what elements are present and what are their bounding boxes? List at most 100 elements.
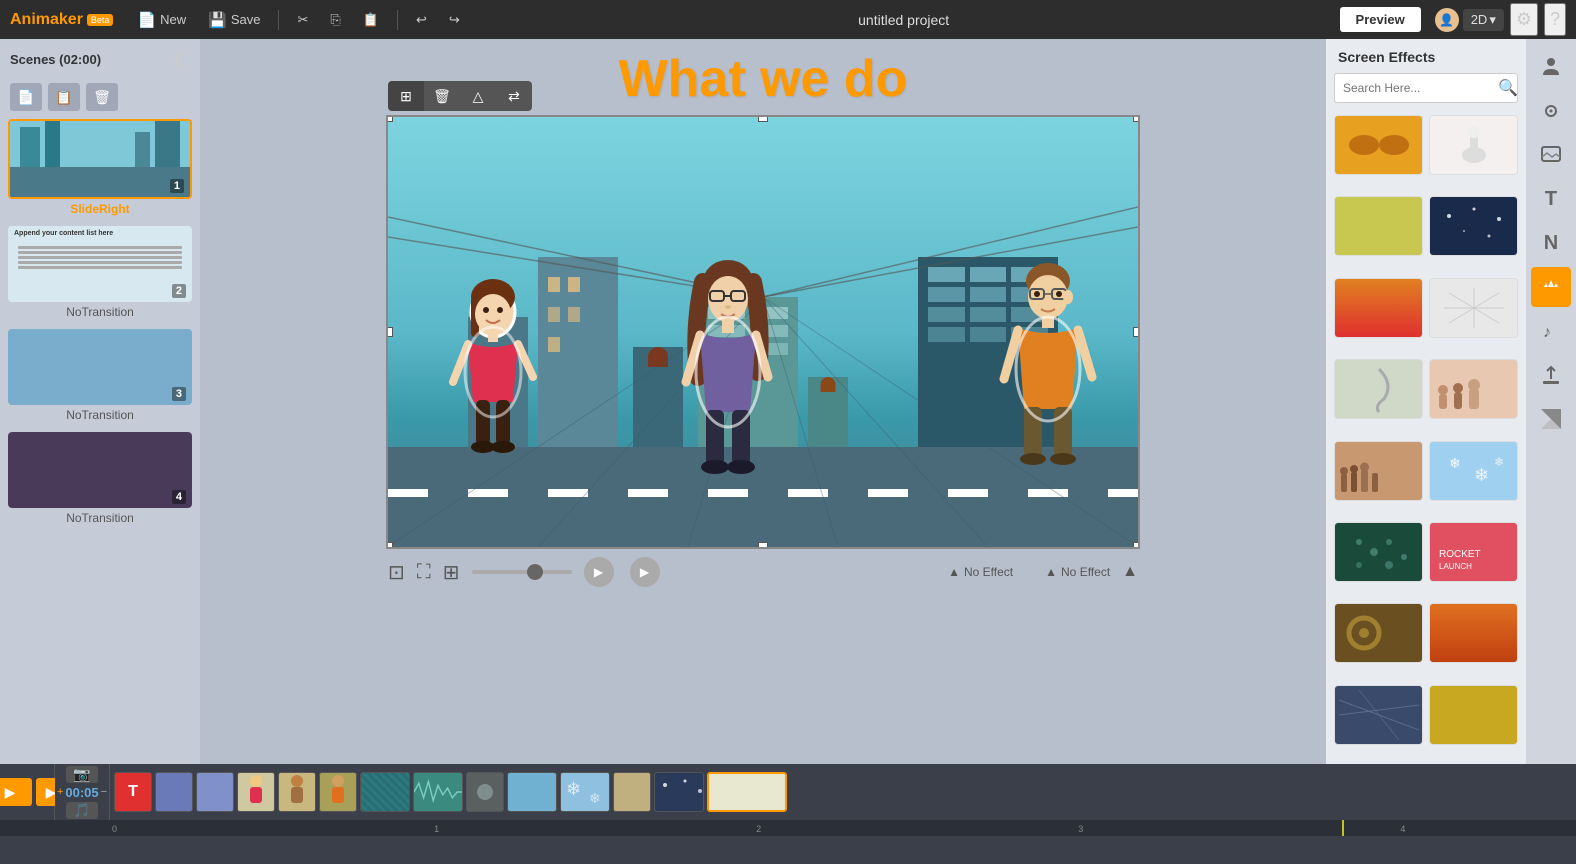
preview-button[interactable]: Preview (1340, 7, 1421, 32)
track-thumb-text[interactable]: T (114, 772, 152, 812)
music-icon-button[interactable]: ♪ (1531, 311, 1571, 351)
paste-button[interactable]: 📋 (355, 8, 387, 32)
upload-icon-button[interactable] (1531, 355, 1571, 395)
effect-thumb-7[interactable] (1334, 359, 1423, 419)
arrange-button[interactable]: △ (460, 81, 496, 111)
list-item: 3 NoTransition (8, 329, 192, 428)
more-effects-button[interactable]: ▲ (1122, 563, 1138, 581)
track-thumb-char2[interactable] (278, 772, 316, 812)
handle-ml[interactable] (388, 327, 393, 337)
road-line (388, 489, 1138, 497)
title-n-icon: N (1544, 232, 1558, 255)
effect-thumb-11[interactable] (1334, 522, 1423, 582)
effect-thumb-9[interactable] (1334, 441, 1423, 501)
zoom-thumb[interactable] (527, 564, 543, 580)
grid-button[interactable]: ⊞ (388, 81, 424, 111)
building-5 (808, 377, 848, 457)
effect-thumb-16[interactable] (1429, 685, 1518, 745)
effect-thumb-8[interactable] (1429, 359, 1518, 419)
play-button-2[interactable]: ▶ (630, 557, 660, 587)
characters-icon-button[interactable] (1531, 47, 1571, 87)
new-button[interactable]: 📄 New (129, 7, 194, 33)
transition-icon-button[interactable] (1531, 399, 1571, 439)
track-thumb-2[interactable] (155, 772, 193, 812)
track-thumb-10[interactable] (507, 772, 557, 812)
scene-label-3: NoTransition (8, 405, 192, 428)
images-icon-button[interactable] (1531, 135, 1571, 175)
effects-icon-button[interactable] (1531, 267, 1571, 307)
title-icon-button[interactable]: N (1531, 223, 1571, 263)
effects-search-input[interactable] (1343, 81, 1498, 95)
handle-tr[interactable] (1133, 117, 1138, 122)
props-icon-button[interactable] (1531, 91, 1571, 131)
scene-label-1: SlideRight (8, 199, 192, 222)
character-right[interactable] (998, 249, 1098, 469)
track-thumb-char1[interactable] (237, 772, 275, 812)
undo-button[interactable]: ↩ (408, 8, 435, 32)
delete-element-button[interactable]: 🗑 (424, 81, 460, 111)
handle-br[interactable] (1133, 542, 1138, 547)
effect-thumb-2[interactable] (1429, 115, 1518, 175)
effects-search-box[interactable]: 🔍 (1334, 73, 1518, 103)
effect-thumb-10[interactable]: ❄ ❄ ❄ (1429, 441, 1518, 501)
character-left[interactable] (448, 262, 538, 462)
help-button[interactable]: ? (1544, 3, 1566, 36)
track-thumb-scene[interactable] (466, 772, 504, 812)
cut-button[interactable]: ✂ (289, 8, 316, 32)
character-center[interactable] (678, 247, 778, 477)
svg-text:❄: ❄ (1449, 455, 1461, 471)
list-item: 1 SlideRight (8, 119, 192, 222)
effect-thumb-12[interactable]: ROCKETLAUNCH (1429, 522, 1518, 582)
grid-toggle-button[interactable]: ⊞ (443, 560, 460, 585)
effect-thumb-3[interactable] (1334, 196, 1423, 256)
fit-screen-button[interactable]: ⊡ (388, 560, 405, 585)
track-thumb-11[interactable]: ❄❄ (560, 772, 610, 812)
flip-button[interactable]: ⇄ (496, 81, 532, 111)
duplicate-scene-button[interactable]: 📋 (48, 83, 80, 111)
canvas-frame[interactable] (388, 117, 1138, 547)
effect-thumb-5[interactable] (1334, 278, 1423, 338)
effect-thumb-6[interactable] (1429, 278, 1518, 338)
text-icon-button[interactable]: T (1531, 179, 1571, 219)
handle-bc[interactable] (758, 542, 768, 547)
effect-thumb-1[interactable] (1334, 115, 1423, 175)
copy-button[interactable]: ⎘ (322, 8, 348, 32)
track-thumb-night[interactable] (654, 772, 704, 812)
effect-thumb-13[interactable] (1334, 603, 1423, 663)
settings-button[interactable]: ⚙ (1510, 3, 1538, 36)
save-button[interactable]: 💾 Save (200, 7, 268, 33)
add-scene-button[interactable]: 📄 (10, 83, 42, 111)
track-thumb-audio[interactable] (413, 772, 463, 812)
play-button-1[interactable]: ▶ (584, 557, 614, 587)
effect-thumb-14[interactable] (1429, 603, 1518, 663)
track-thumb-char3[interactable] (319, 772, 357, 812)
timeline-play-button[interactable]: ▶ (0, 778, 32, 806)
scene-thumbnail-1[interactable]: 1 (8, 119, 192, 199)
track-thumb-tornado[interactable] (613, 772, 651, 812)
effect-thumb-4[interactable] (1429, 196, 1518, 256)
effect-select-2[interactable]: ▲ No Effect (1045, 565, 1110, 579)
effect-thumb-15[interactable] (1334, 685, 1423, 745)
handle-tc[interactable] (758, 117, 768, 122)
track-thumb-empty[interactable] (707, 772, 787, 812)
mic-button[interactable]: 🎵 (66, 802, 98, 819)
zoom-track[interactable] (472, 570, 572, 574)
paste-icon: 📋 (363, 12, 379, 28)
handle-bl[interactable] (388, 542, 393, 547)
camera-button[interactable]: 📷 (66, 766, 98, 783)
scene-thumbnail-3[interactable]: 3 (8, 329, 192, 405)
delete-scene-button[interactable]: 🗑 (86, 83, 118, 111)
handle-tl[interactable] (388, 117, 393, 122)
handle-mr[interactable] (1133, 327, 1138, 337)
collapse-panel-button[interactable]: ❮ (169, 47, 190, 71)
effect-select-1[interactable]: ▲ No Effect (948, 565, 1013, 579)
redo-button[interactable]: ↪ (441, 8, 468, 32)
track-thumb-bg1[interactable] (360, 772, 410, 812)
track-thumb-3[interactable] (196, 772, 234, 812)
ruler-mark-0: 0 (112, 824, 117, 834)
scene-thumbnail-2[interactable]: Append your content list here 2 (8, 226, 192, 302)
fullscreen-button[interactable]: ⛶ (417, 561, 431, 584)
ruler-spacer (0, 820, 112, 836)
mode-select[interactable]: 2D ▾ (1463, 9, 1504, 31)
scene-thumbnail-4[interactable]: 4 (8, 432, 192, 508)
